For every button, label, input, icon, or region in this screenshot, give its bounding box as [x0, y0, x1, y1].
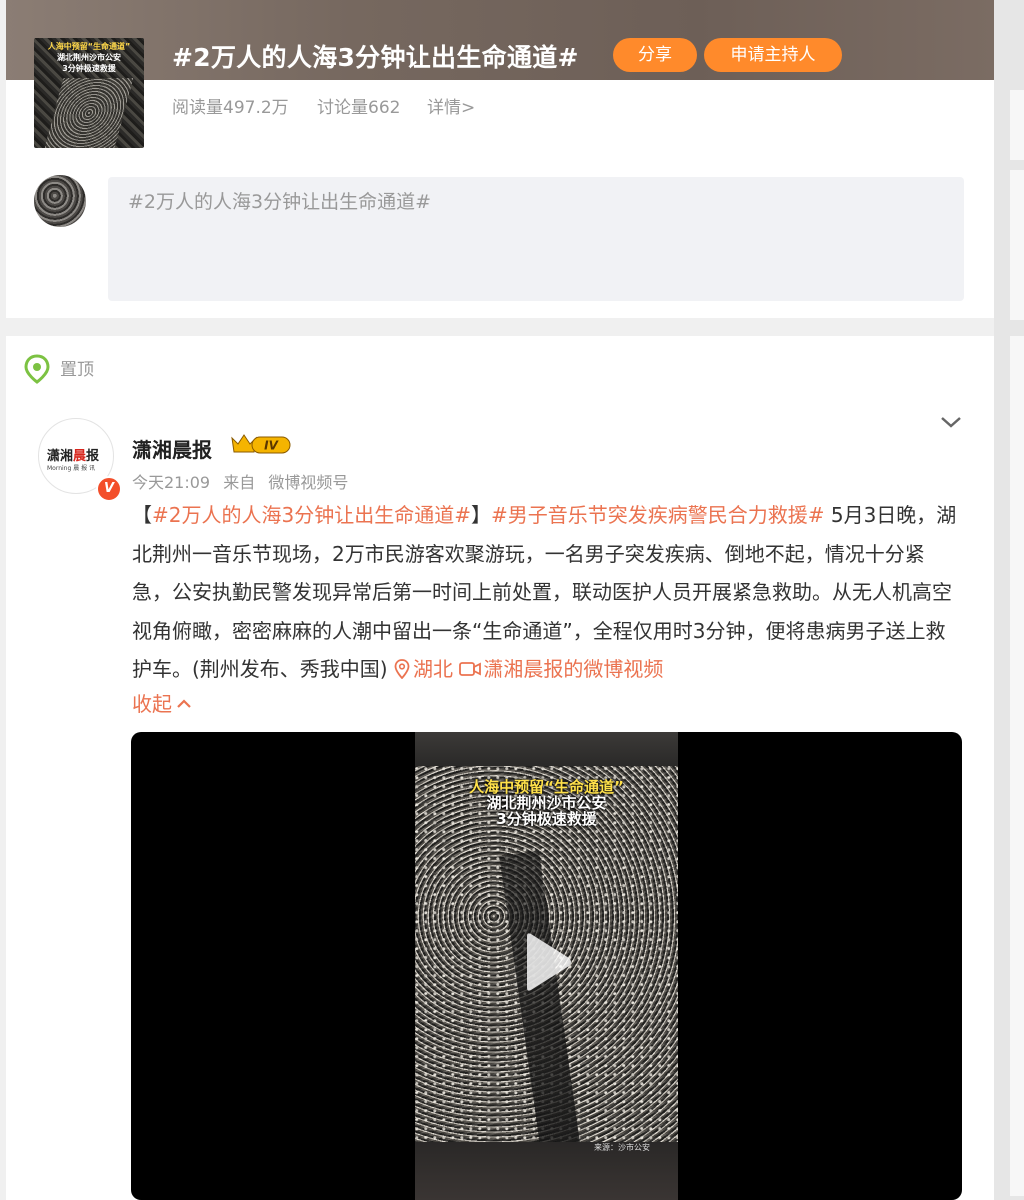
topic-tag-link[interactable]: #男子音乐节突发疾病警民合力救援#: [491, 503, 825, 527]
video-source-credit: 来源：沙市公安: [594, 1143, 650, 1152]
compose-box[interactable]: #2万人的人海3分钟让出生命通道#: [108, 177, 964, 301]
discussion-count: 讨论量662: [317, 98, 401, 118]
compose-input-text[interactable]: #2万人的人海3分钟让出生命通道#: [128, 187, 431, 214]
location-link[interactable]: 湖北: [394, 657, 453, 681]
chevron-up-icon: [177, 699, 191, 708]
author-logo: 潇湘晨报: [47, 449, 100, 464]
video-caption-3: 3分钟极速救援: [496, 810, 597, 828]
video-top-blur: [415, 732, 678, 766]
post-body-text: 5月3日晚，湖北荆州一音乐节现场，2万市民游客欢聚游玩，一名男子突发疾病、倒地不…: [132, 503, 957, 682]
play-icon[interactable]: [519, 930, 575, 994]
video-player[interactable]: 人海中预留“生命通道” 湖北荆州沙市公安 3分钟极速救援 来源：沙市公安: [131, 732, 962, 1200]
pinned-label: 置顶: [60, 360, 94, 380]
author-logo-subtext: Morning 晨 报 讯: [47, 465, 96, 472]
post-source-prefix: 来自: [223, 473, 256, 492]
location-label: 湖北: [412, 657, 453, 682]
video-source-label: 潇湘晨报的微博视频: [483, 657, 664, 682]
detail-link[interactable]: 详情>: [427, 93, 475, 118]
thumbnail-crowd-image: [44, 78, 134, 148]
side-panel-block: [1010, 170, 1024, 320]
member-level-crown-icon: IV: [231, 434, 291, 454]
side-panel-block: [1010, 90, 1024, 160]
pin-icon: [24, 354, 50, 384]
post-time: 今天21:09: [132, 473, 211, 492]
apply-host-button[interactable]: 申请主持人: [704, 38, 842, 72]
post-body: 【#2万人的人海3分钟让出生命通道#】#男子音乐节突发疾病警民合力救援# 5月3…: [132, 496, 962, 689]
topic-thumbnail[interactable]: 人海中预留“生命通道” 湖北荆州沙市公安 3分钟极速救援: [34, 38, 144, 148]
chevron-down-icon[interactable]: [940, 414, 962, 430]
thumbnail-caption-3: 3分钟极速救援: [62, 64, 116, 73]
collapse-button[interactable]: 收起: [132, 688, 192, 717]
side-panel-block: [1010, 336, 1024, 1196]
post-meta: 今天21:09 来自 微博视频号: [132, 469, 356, 493]
current-user-avatar[interactable]: [34, 175, 86, 227]
verified-badge-icon: V: [96, 476, 122, 502]
thumbnail-caption-1: 人海中预留“生命通道”: [47, 42, 131, 51]
topic-tag-link[interactable]: #2万人的人海3分钟让出生命通道#: [152, 503, 471, 527]
location-icon: [394, 659, 410, 680]
right-scroll-strip: [994, 0, 1024, 1200]
topic-title: #2万人的人海3分钟让出生命通道#: [172, 43, 579, 72]
bracket-close: 】: [470, 503, 491, 527]
video-camera-icon: [459, 662, 482, 677]
author-name[interactable]: 潇湘晨报: [132, 434, 212, 463]
post-card: 置顶 潇湘晨报 Morning 晨 报 讯 V 潇湘晨报 IV 今天21:09 …: [6, 336, 994, 1200]
collapse-label: 收起: [132, 692, 172, 716]
topic-card: 人海中预留“生命通道” 湖北荆州沙市公安 3分钟极速救援 #2万人的人海3分钟让…: [6, 0, 994, 318]
video-source-link[interactable]: 潇湘晨报的微博视频: [459, 657, 663, 681]
post-source[interactable]: 微博视频号: [268, 473, 348, 492]
bracket-open: 【: [132, 503, 152, 527]
share-button[interactable]: 分享: [613, 38, 697, 72]
read-count: 阅读量497.2万: [172, 98, 289, 118]
member-level-text: IV: [264, 439, 279, 453]
video-frame: 人海中预留“生命通道” 湖北荆州沙市公安 3分钟极速救援 来源：沙市公安: [415, 732, 678, 1200]
thumbnail-caption-2: 湖北荆州沙市公安: [57, 53, 121, 62]
